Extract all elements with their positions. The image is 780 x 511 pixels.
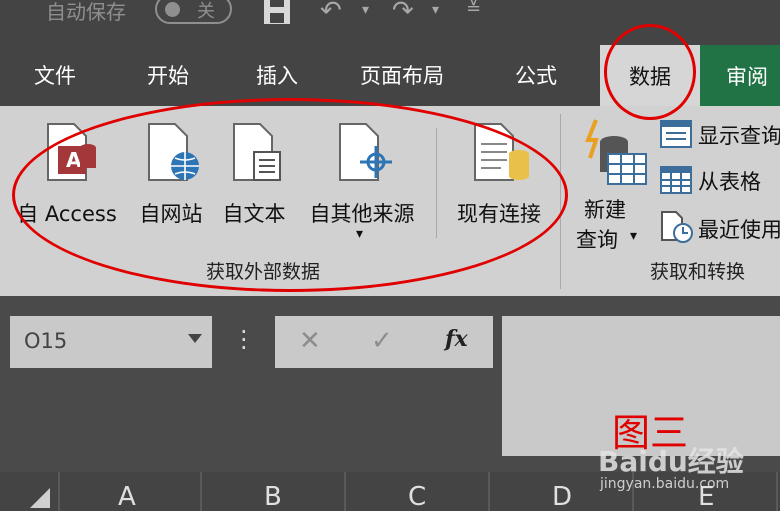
redo-dropdown-icon[interactable]: ▾ (432, 2, 439, 18)
toggle-knob (165, 2, 180, 17)
new-query-icon (585, 119, 647, 185)
column-divider (58, 472, 60, 511)
more-options-icon[interactable]: · · · (240, 320, 248, 360)
from-table-button[interactable]: 从表格 (658, 164, 780, 196)
highlight-circle-data-tab (604, 24, 696, 120)
customize-qat-icon[interactable]: ≚ (466, 0, 481, 19)
tab-file[interactable]: 文件 (34, 60, 76, 90)
tab-home[interactable]: 开始 (147, 60, 189, 90)
column-divider (200, 472, 202, 511)
highlight-ellipse-external-data (12, 98, 568, 292)
cancel-icon[interactable]: ✕ (299, 326, 321, 356)
undo-dropdown-icon[interactable]: ▾ (362, 2, 369, 18)
tab-formulas[interactable]: 公式 (515, 60, 557, 90)
toggle-state: 关 (197, 1, 215, 22)
from-table-label: 从表格 (698, 170, 761, 194)
new-query-button[interactable]: 新建 查询 ▾ (572, 114, 652, 252)
enter-icon[interactable]: ✓ (371, 326, 393, 356)
show-queries-label: 显示查询 (698, 124, 780, 148)
tab-page-layout[interactable]: 页面布局 (360, 60, 444, 90)
column-divider (776, 472, 778, 511)
formula-buttons: ✕ ✓ fx (275, 316, 493, 368)
redo-icon[interactable]: ↷ (392, 0, 414, 26)
from-table-icon (660, 166, 692, 194)
recent-sources-button[interactable]: 最近使用 (658, 210, 780, 244)
column-header-d[interactable]: D (552, 482, 572, 511)
show-queries-button[interactable]: 显示查询 (658, 118, 780, 150)
new-query-label-line2: 查询 (576, 228, 618, 252)
recent-sources-label: 最近使用 (698, 218, 780, 242)
save-icon[interactable] (262, 0, 292, 26)
name-box[interactable]: O15 (10, 316, 212, 368)
watermark: Baidu经验 (598, 445, 744, 478)
recent-sources-icon (661, 211, 693, 243)
group-get-transform-title: 获取和转换 (650, 261, 746, 283)
chevron-down-icon[interactable] (188, 334, 202, 343)
column-divider (344, 472, 346, 511)
column-header-c[interactable]: C (408, 482, 426, 511)
tab-insert[interactable]: 插入 (256, 60, 298, 90)
new-query-label-line1: 新建 (584, 198, 626, 222)
column-header-b[interactable]: B (264, 482, 282, 511)
select-all-icon[interactable] (28, 486, 52, 510)
watermark-url: jingyan.baidu.com (600, 476, 730, 492)
show-queries-icon (660, 120, 692, 148)
undo-icon[interactable]: ↶ (320, 0, 342, 26)
column-divider (488, 472, 490, 511)
insert-function-icon[interactable]: fx (445, 326, 468, 352)
tab-review[interactable]: 审阅 (700, 45, 780, 106)
autosave-label: 自动保存 (46, 0, 126, 24)
chevron-down-icon: ▾ (630, 228, 638, 244)
column-header-a[interactable]: A (118, 482, 136, 511)
name-box-value: O15 (24, 329, 68, 353)
autosave-toggle[interactable]: 关 (155, 0, 232, 24)
